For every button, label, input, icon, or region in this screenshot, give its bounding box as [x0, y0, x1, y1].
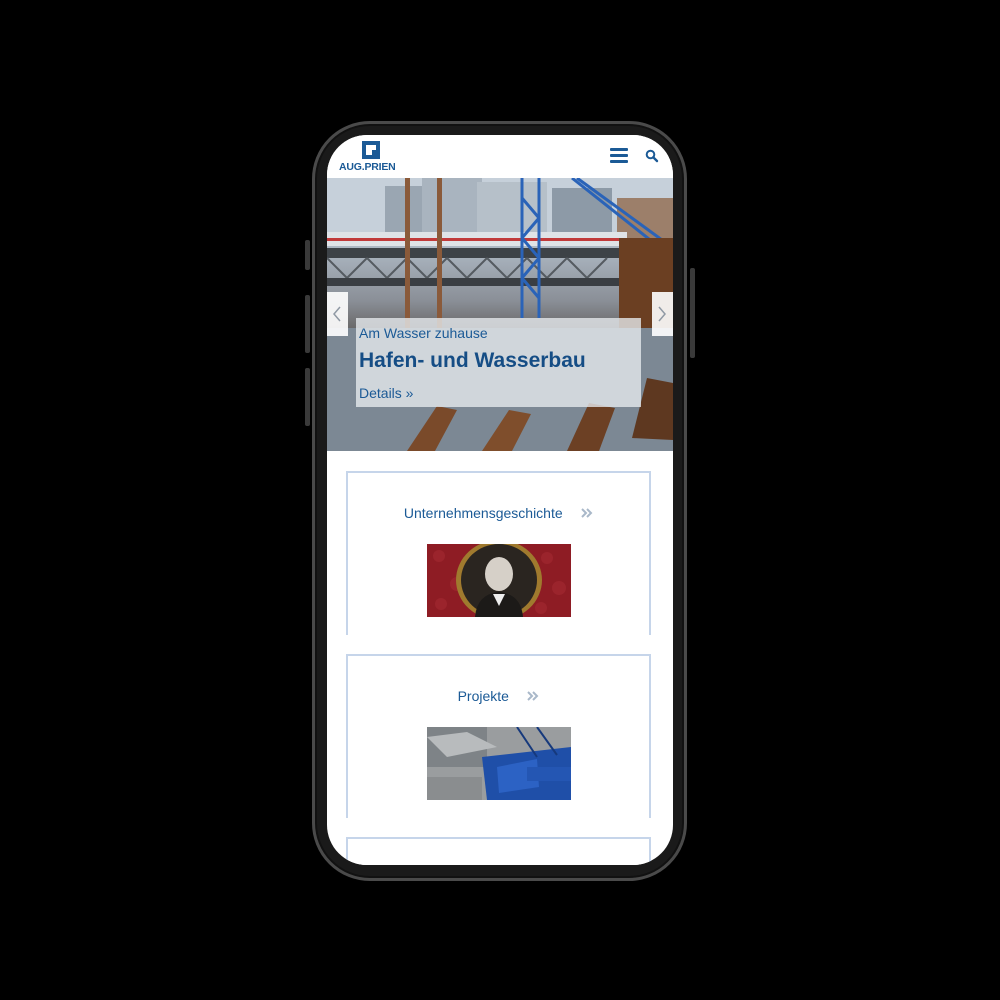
search-icon[interactable] — [645, 149, 659, 163]
portrait-photo[interactable] — [427, 544, 571, 617]
hamburger-menu-icon[interactable] — [610, 148, 628, 163]
hero-details-link[interactable]: Details » — [359, 385, 413, 401]
logo-text: AUG.PRIEN — [339, 161, 396, 173]
double-chevron-right-icon[interactable] — [527, 691, 539, 701]
company-logo[interactable]: AUG.PRIEN — [339, 139, 403, 175]
double-chevron-right-icon[interactable] — [581, 508, 593, 518]
phone-screen: AUG.PRIEN Am Wasser zuhause Hafen- und W… — [327, 135, 673, 865]
construction-crane-photo[interactable] — [427, 727, 571, 800]
card-title-row[interactable]: Unternehmensgeschichte — [348, 504, 649, 522]
phone-power-button — [690, 268, 695, 358]
card-title-row[interactable]: Projekte — [348, 687, 649, 705]
hero-slider[interactable]: Am Wasser zuhause Hafen- und Wasserbau D… — [327, 178, 673, 451]
card-company-history[interactable]: Unternehmensgeschichte — [346, 471, 651, 635]
hero-image — [327, 178, 673, 451]
chevron-right-icon — [658, 306, 666, 322]
phone-volume-down-button — [305, 368, 310, 426]
site-header: AUG.PRIEN — [327, 135, 673, 178]
card-projects[interactable]: Projekte — [346, 654, 651, 818]
hero-kicker: Am Wasser zuhause — [359, 325, 488, 341]
slider-prev-button[interactable] — [327, 292, 348, 336]
hero-title: Hafen- und Wasserbau — [359, 349, 586, 372]
card-title[interactable]: Projekte — [458, 688, 509, 704]
slider-next-button[interactable] — [652, 292, 673, 336]
hero-caption: Am Wasser zuhause Hafen- und Wasserbau D… — [356, 318, 641, 407]
card-title[interactable]: Unternehmensgeschichte — [404, 505, 563, 521]
phone-mute-switch — [305, 240, 310, 270]
phone-volume-up-button — [305, 295, 310, 353]
logo-mark-icon — [362, 141, 380, 159]
chevron-left-icon — [333, 306, 341, 322]
card-next[interactable] — [346, 837, 651, 865]
